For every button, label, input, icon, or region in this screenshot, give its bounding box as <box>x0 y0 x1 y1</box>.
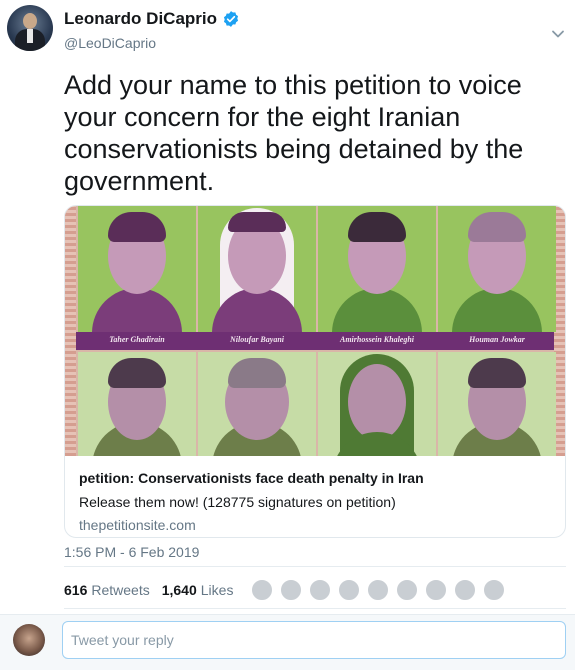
tweet-stats: 616 Retweets 1,640 Likes <box>64 582 241 598</box>
portrait-caption: Taher Ghadirain <box>109 335 165 344</box>
author-display-name[interactable]: Leonardo DiCaprio <box>64 9 217 29</box>
tweet: Leonardo DiCaprio @LeoDiCaprio Add your … <box>0 0 575 670</box>
liker-avatar[interactable] <box>279 578 303 602</box>
chevron-down-icon[interactable] <box>551 26 565 38</box>
liker-avatar[interactable] <box>337 578 361 602</box>
link-card[interactable]: Taher Ghadirain Niloufar Bayani Amirhoss… <box>64 205 566 538</box>
portrait-4 <box>438 206 556 332</box>
verified-badge-icon <box>222 10 240 28</box>
liker-avatar[interactable] <box>395 578 419 602</box>
likes-stat[interactable]: 1,640 Likes <box>162 582 234 598</box>
likes-count: 1,640 <box>161 582 197 598</box>
portrait-7 <box>318 352 436 456</box>
portrait-caption: Niloufar Bayani <box>229 335 284 344</box>
portrait-6 <box>198 352 316 456</box>
author-name-row: Leonardo DiCaprio <box>64 9 240 29</box>
liker-avatar[interactable] <box>308 578 332 602</box>
portrait-1 <box>78 206 196 332</box>
portrait-caption: Amirhossein Khaleghi <box>339 335 415 344</box>
retweets-stat[interactable]: 616 Retweets <box>64 582 150 598</box>
tweet-timestamp[interactable]: 1:56 PM - 6 Feb 2019 <box>64 544 199 560</box>
portrait-caption: Houman Jowkar <box>469 335 525 344</box>
liker-avatar[interactable] <box>366 578 390 602</box>
tweet-text: Add your name to this petition to voice … <box>64 70 524 196</box>
author-handle[interactable]: @LeoDiCaprio <box>64 35 156 51</box>
portrait-5 <box>78 352 196 456</box>
likes-label: Likes <box>200 582 234 598</box>
retweets-count: 616 <box>64 582 88 598</box>
card-description: Release them now! (128775 signatures on … <box>79 494 396 510</box>
reply-bar <box>0 614 575 670</box>
divider <box>64 566 566 567</box>
portrait-3 <box>318 206 436 332</box>
reply-input[interactable] <box>62 621 566 659</box>
liker-avatar[interactable] <box>453 578 477 602</box>
divider <box>64 608 566 609</box>
user-avatar[interactable] <box>13 624 45 656</box>
card-image[interactable]: Taher Ghadirain Niloufar Bayani Amirhoss… <box>65 206 565 456</box>
card-domain: thepetitionsite.com <box>79 517 196 533</box>
retweets-label: Retweets <box>91 582 150 598</box>
liker-avatar[interactable] <box>424 578 448 602</box>
liker-avatars <box>250 578 511 602</box>
portrait-2 <box>198 206 316 332</box>
card-title[interactable]: petition: Conservationists face death pe… <box>79 470 424 486</box>
portrait-8 <box>438 352 556 456</box>
author-avatar[interactable] <box>7 5 53 51</box>
liker-avatar[interactable] <box>250 578 274 602</box>
liker-avatar[interactable] <box>482 578 506 602</box>
